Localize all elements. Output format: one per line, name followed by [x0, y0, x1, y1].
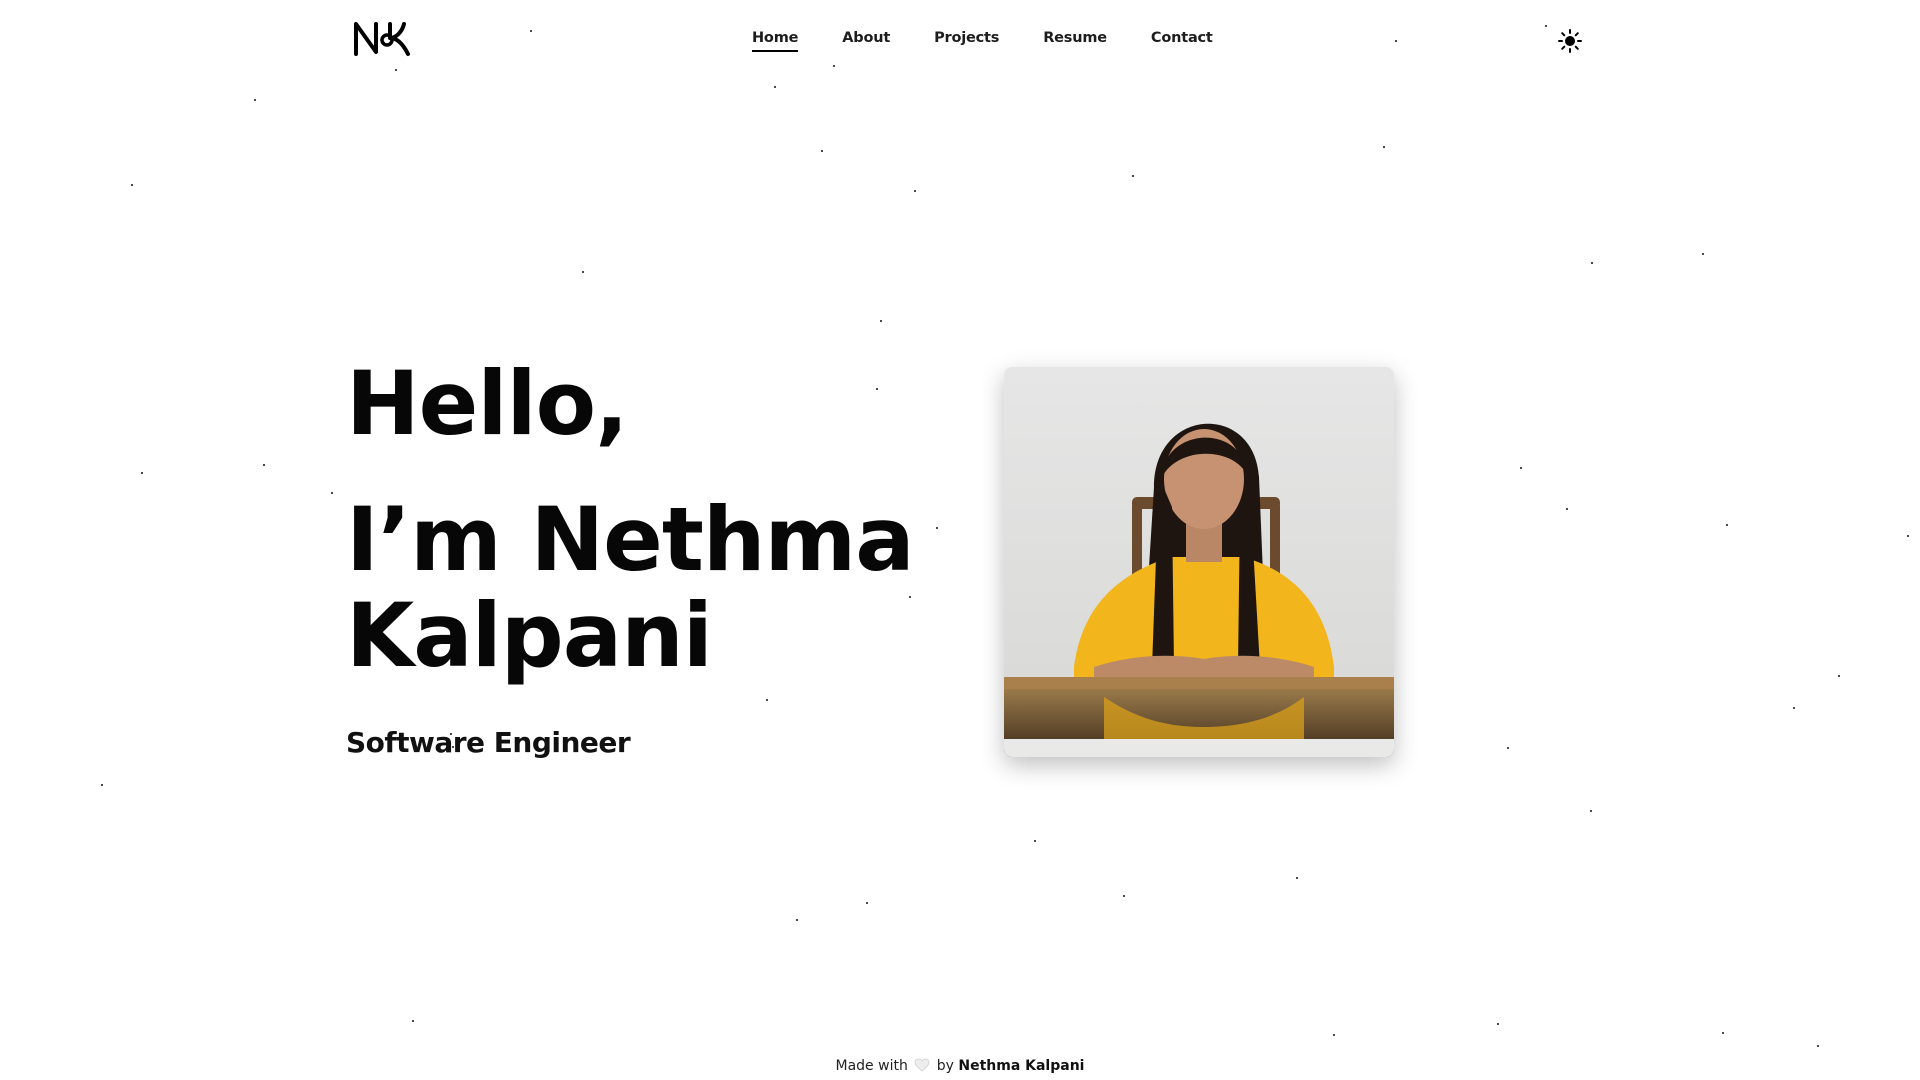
hero-greeting: Hello,	[346, 352, 629, 455]
star-dot	[1333, 1034, 1335, 1036]
star-dot	[821, 150, 823, 152]
star-dot	[880, 320, 882, 322]
star-dot	[1383, 146, 1385, 148]
star-dot	[1907, 535, 1909, 537]
footer-prefix: Made with	[835, 1058, 908, 1074]
logo-icon[interactable]	[352, 18, 414, 58]
nav-about-link[interactable]: About	[842, 30, 890, 52]
star-dot	[796, 919, 798, 921]
nav-home-link[interactable]: Home	[752, 30, 798, 52]
nav-projects-link[interactable]: Projects	[934, 30, 999, 52]
footer: Made with by Nethma Kalpani	[0, 1058, 1920, 1074]
star-dot	[1296, 877, 1298, 879]
star-dot	[1566, 508, 1568, 510]
hero-name: I’m Nethma Kalpani	[346, 488, 915, 687]
star-dot	[412, 1020, 414, 1022]
star-dot	[1132, 175, 1134, 177]
star-dot	[263, 464, 265, 466]
star-dot	[1793, 707, 1795, 709]
star-dot	[1702, 253, 1704, 255]
footer-author: Nethma Kalpani	[958, 1058, 1085, 1074]
hero-role: Software Engineer	[346, 726, 631, 759]
star-dot	[1507, 747, 1509, 749]
star-dot	[1591, 262, 1593, 264]
star-dot	[254, 99, 256, 101]
star-dot	[1722, 1032, 1724, 1034]
star-dot	[1726, 524, 1728, 526]
hero-section: Hello, I’m Nethma Kalpani Software Engin…	[346, 352, 946, 760]
top-navbar: Home About Projects Resume Contact	[0, 0, 1920, 80]
star-dot	[1123, 895, 1125, 897]
heart-icon	[914, 1058, 930, 1072]
star-dot	[1817, 1045, 1819, 1047]
nav-resume-link[interactable]: Resume	[1043, 30, 1107, 52]
star-background	[0, 0, 1920, 1080]
star-dot	[774, 86, 776, 88]
sun-icon[interactable]	[1557, 28, 1583, 54]
star-dot	[1034, 840, 1036, 842]
star-dot	[866, 902, 868, 904]
star-dot	[101, 784, 103, 786]
star-dot	[1520, 467, 1522, 469]
star-dot	[141, 472, 143, 474]
main-menu: Home About Projects Resume Contact	[752, 30, 1257, 52]
star-dot	[1838, 675, 1840, 677]
star-dot	[1590, 810, 1592, 812]
star-dot	[1497, 1023, 1499, 1025]
star-dot	[582, 271, 584, 273]
nav-contact-link[interactable]: Contact	[1151, 30, 1213, 52]
star-dot	[131, 184, 133, 186]
footer-by: by	[936, 1058, 954, 1074]
portrait-photo	[1004, 367, 1394, 757]
star-dot	[331, 492, 333, 494]
star-dot	[914, 190, 916, 192]
